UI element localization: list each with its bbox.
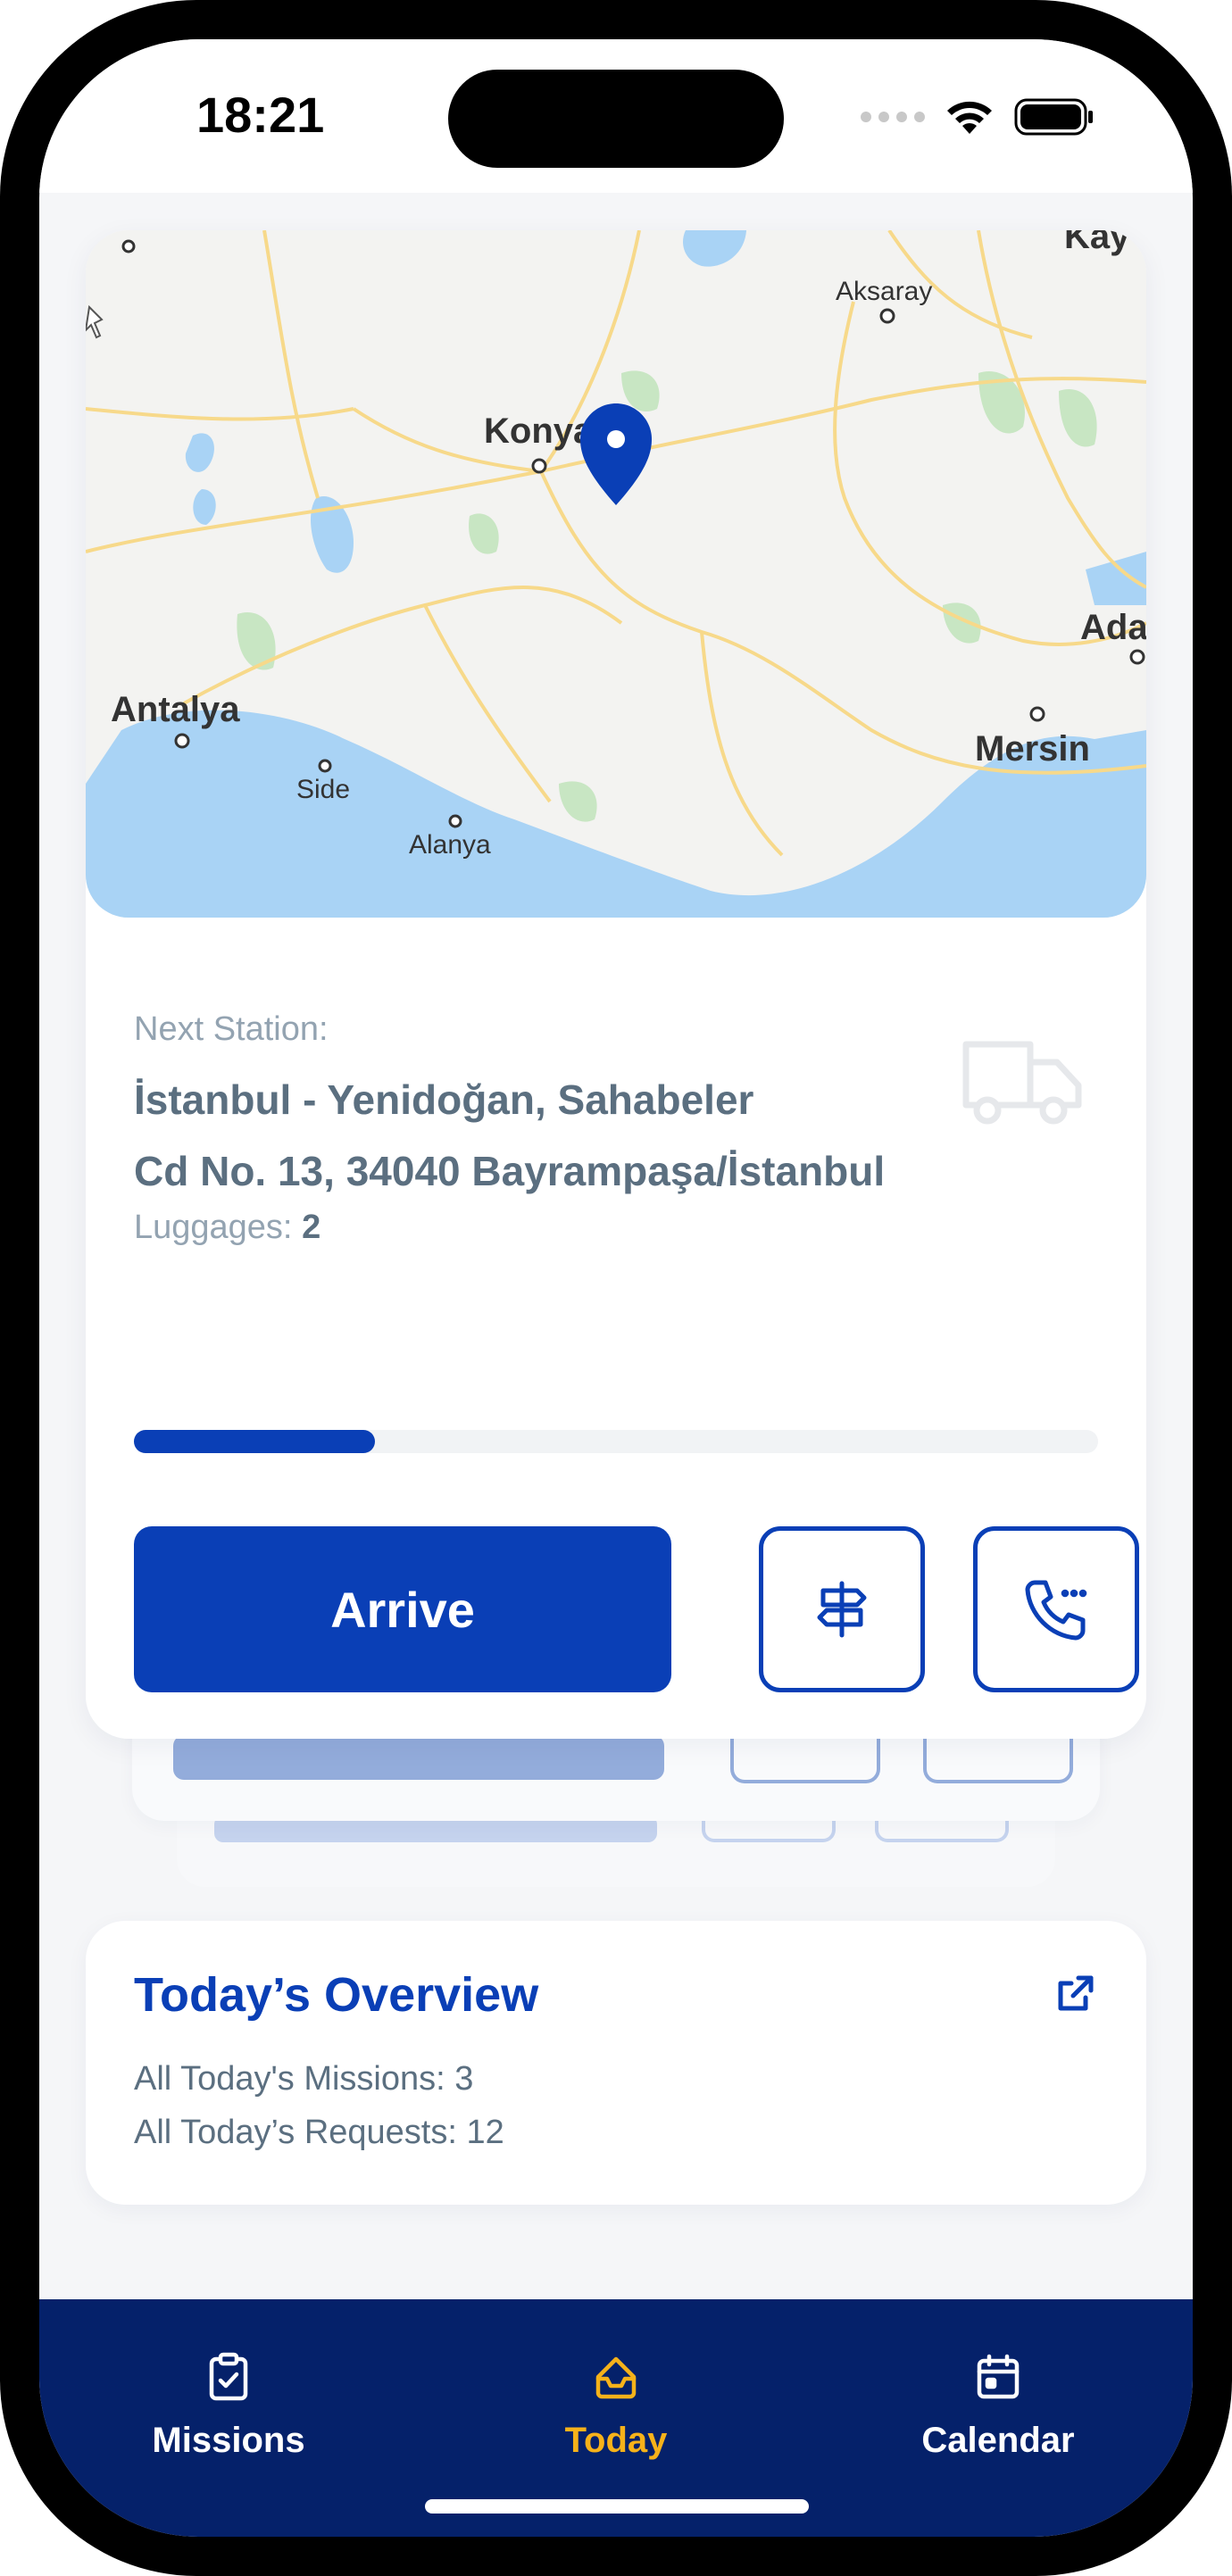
battery-icon: [1014, 98, 1095, 136]
external-link-icon[interactable]: [1053, 1973, 1096, 2020]
home-indicator: [425, 2499, 809, 2514]
map-label-side: Side: [296, 775, 350, 804]
nav-item-calendar[interactable]: Calendar: [864, 2346, 1132, 2461]
next-station-label: Next Station:: [134, 1010, 329, 1048]
map-label-kay: Kay: [1064, 230, 1130, 256]
inbox-icon: [595, 2356, 637, 2399]
signal-icon: [861, 112, 925, 122]
station-address: İstanbul - Yenidoğan, Sahabeler Cd No. 1…: [134, 1064, 937, 1207]
dynamic-island: [448, 70, 784, 168]
clipboard-check-icon: [209, 2352, 248, 2401]
app-screen: 18:21 Konya Aksaray Kay Antalya Side Ala…: [39, 39, 1193, 2537]
map[interactable]: Konya Aksaray Kay Antalya Side Alanya Me…: [86, 230, 1146, 918]
overview-requests-count: All Today’s Requests: 12: [134, 2114, 504, 2151]
overview-missions-count: All Today's Missions: 3: [134, 2060, 474, 2098]
map-label-ada: Ada: [1080, 608, 1146, 647]
map-label-konya: Konya: [484, 411, 594, 451]
signpost-icon: [817, 1581, 867, 1638]
map-label-alanya: Alanya: [409, 830, 491, 860]
nav-item-missions[interactable]: Missions: [95, 2346, 362, 2461]
arrive-button[interactable]: Arrive: [134, 1526, 671, 1692]
directions-button[interactable]: [759, 1526, 925, 1692]
overview-title: Today’s Overview: [134, 1968, 539, 2022]
nav-item-today[interactable]: Today: [482, 2346, 750, 2461]
map-label-aksaray: Aksaray: [836, 277, 932, 306]
luggage-info: Luggages: 2: [134, 1209, 320, 1247]
mission-card: Konya Aksaray Kay Antalya Side Alanya Me…: [86, 230, 1146, 1739]
call-button[interactable]: [973, 1526, 1139, 1692]
wifi-icon: [945, 98, 995, 136]
todays-overview-card[interactable]: Today’s Overview All Today's Missions: 3…: [86, 1921, 1146, 2205]
address-line-1: İstanbul - Yenidoğan, Sahabeler: [134, 1076, 754, 1123]
nav-label-today: Today: [564, 2421, 668, 2460]
status-icons: [861, 95, 1095, 139]
luggage-label: Luggages:: [134, 1209, 293, 1246]
map-label-antalya: Antalya: [111, 690, 240, 729]
nav-label-missions: Missions: [152, 2421, 305, 2460]
mission-progress-fill: [134, 1430, 375, 1453]
calendar-icon: [977, 2354, 1020, 2399]
status-bar: 18:21: [39, 39, 1193, 193]
map-label-mersin: Mersin: [975, 729, 1090, 769]
phone-call-icon: [1025, 1580, 1087, 1641]
luggage-count: 2: [302, 1209, 321, 1246]
nav-label-calendar: Calendar: [921, 2421, 1075, 2460]
address-line-2: Cd No. 13, 34040 Bayrampaşa/İstanbul: [134, 1148, 886, 1194]
truck-icon: [961, 1034, 1086, 1136]
mission-progress-bar: [134, 1430, 1098, 1453]
status-time: 18:21: [196, 87, 325, 143]
